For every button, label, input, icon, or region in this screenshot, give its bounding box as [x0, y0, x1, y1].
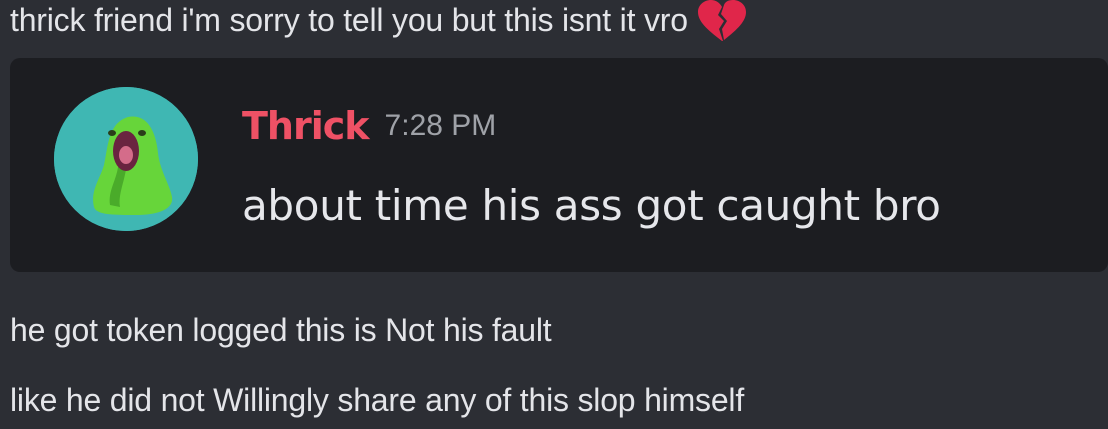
message-line: he got token logged this is Not his faul…: [10, 310, 552, 350]
slime-avatar-icon: [54, 87, 198, 231]
author-name[interactable]: Thrick: [242, 104, 370, 148]
message-line: like he did not Willingly share any of t…: [10, 380, 744, 420]
message-text: thrick friend i'm sorry to tell you but …: [10, 2, 688, 38]
author-row: Thrick 7:28 PM: [242, 104, 496, 148]
avatar[interactable]: [54, 87, 198, 231]
message-text: he got token logged this is Not his faul…: [10, 312, 552, 348]
message-line: thrick friend i'm sorry to tell you but …: [10, 0, 748, 45]
quoted-message-embed[interactable]: Thrick 7:28 PM about time his ass got cau…: [10, 58, 1108, 272]
timestamp: 7:28 PM: [384, 109, 497, 142]
quoted-message-text: about time his ass got caught bro: [242, 181, 941, 230]
message-text: like he did not Willingly share any of t…: [10, 382, 745, 418]
chat-view: thrick friend i'm sorry to tell you but …: [0, 0, 1108, 429]
broken-heart-icon: [696, 0, 748, 43]
